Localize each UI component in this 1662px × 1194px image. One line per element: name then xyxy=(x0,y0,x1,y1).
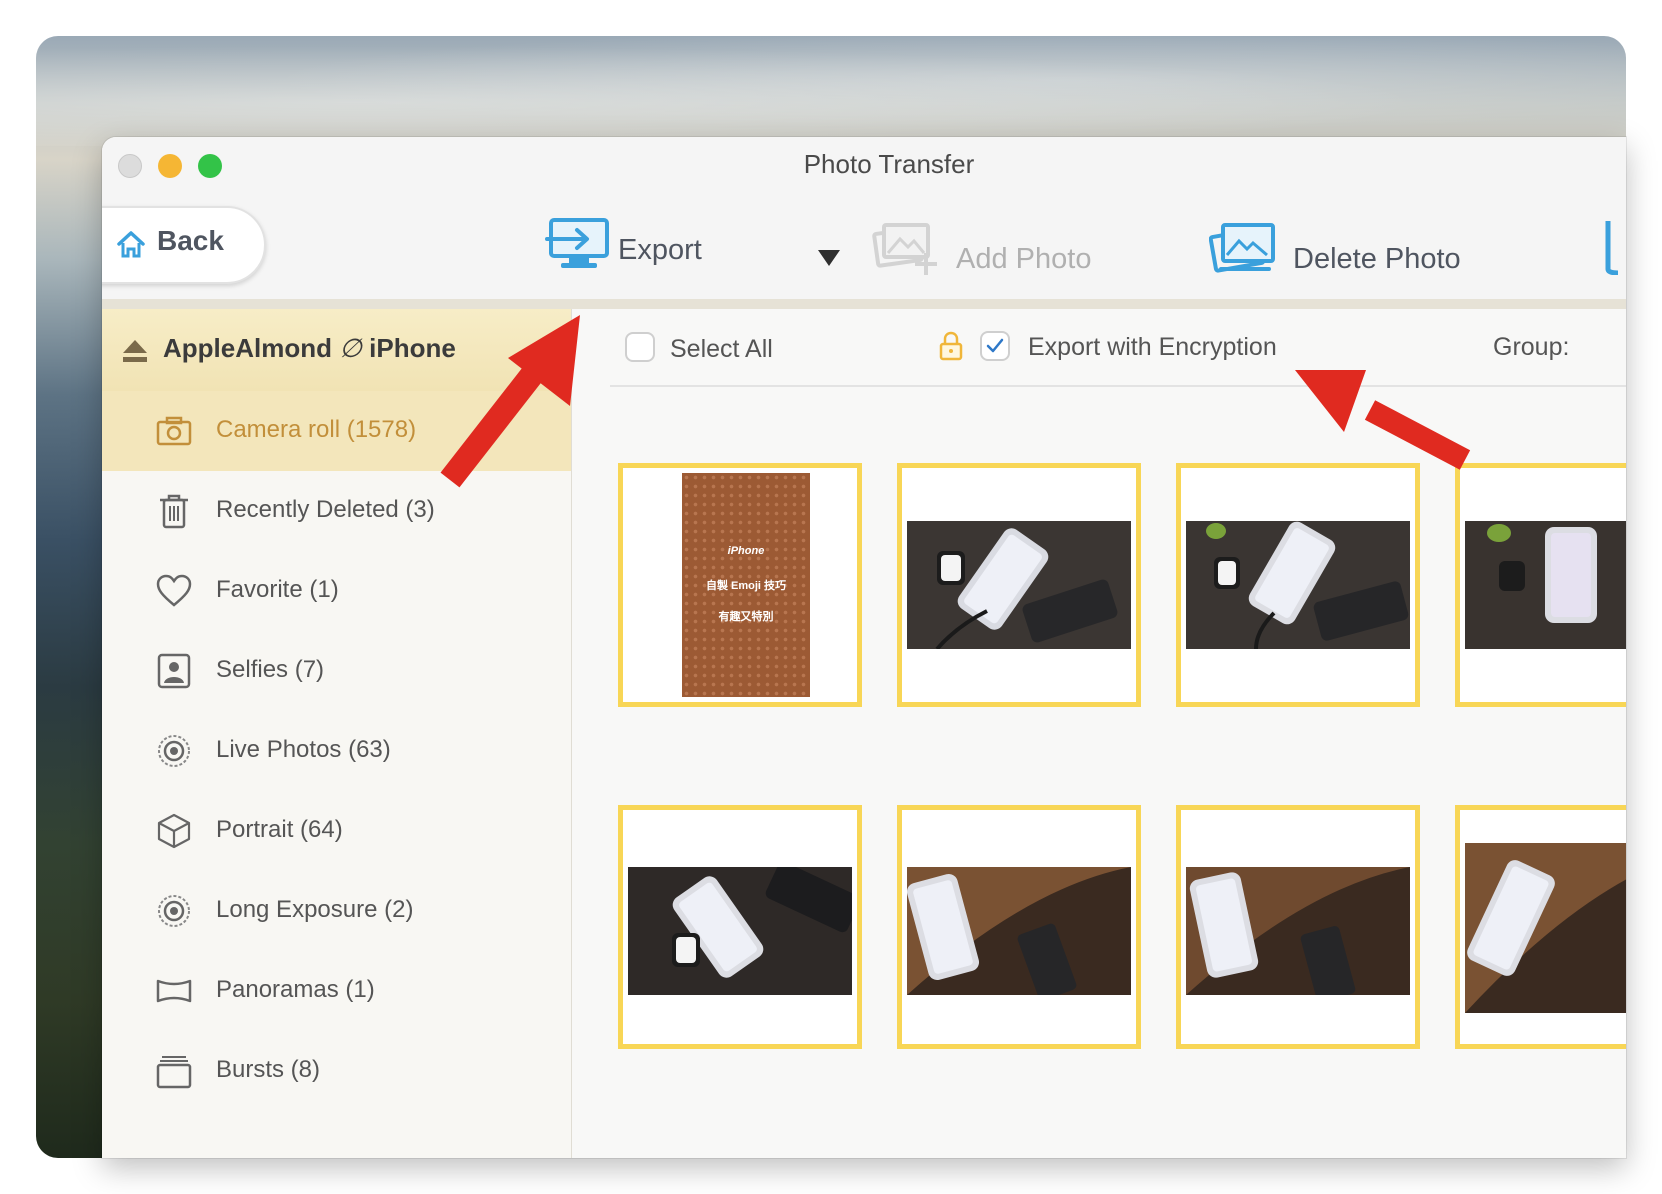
photo-image xyxy=(1465,843,1626,1013)
sidebar-item-label: Camera roll (1578) xyxy=(216,416,417,443)
sidebar-item-label: Long Exposure (2) xyxy=(216,896,414,923)
sidebar-item-long-exposure[interactable]: Long Exposure (2) xyxy=(102,871,571,951)
photo-thumbnail[interactable] xyxy=(1455,805,1626,1049)
delete-photo-button[interactable]: Delete Photo xyxy=(1209,219,1489,279)
refresh-icon xyxy=(1605,221,1619,275)
sidebar-item-bursts[interactable]: Bursts (8) xyxy=(102,1031,571,1111)
selfie-icon xyxy=(157,653,191,689)
more-tool-button[interactable] xyxy=(1604,219,1626,275)
cube-icon xyxy=(157,813,191,849)
poster-subtitle: 自製 Emoji 技巧 xyxy=(705,580,787,592)
sidebar-item-label: Recently Deleted (3) xyxy=(216,496,435,523)
select-all-label[interactable]: Select All xyxy=(670,335,773,364)
home-icon xyxy=(117,231,145,258)
checkmark-icon xyxy=(986,338,1004,353)
photo-thumbnail[interactable] xyxy=(897,463,1141,707)
photo-thumbnail[interactable] xyxy=(1455,463,1626,707)
back-label: Back xyxy=(157,225,224,256)
delete-photo-icon xyxy=(1209,223,1275,273)
sidebar-item-label: Bursts (8) xyxy=(216,1056,321,1083)
photo-image xyxy=(907,867,1131,995)
live-photo-icon xyxy=(158,735,190,767)
export-encryption-checkbox[interactable] xyxy=(980,331,1010,361)
photo-thumbnail[interactable] xyxy=(618,805,862,1049)
sidebar-item-portrait[interactable]: Portrait (64) xyxy=(102,791,571,871)
export-dropdown-arrow[interactable] xyxy=(817,249,843,269)
bursts-icon xyxy=(156,1056,192,1089)
add-photo-label: Add Photo xyxy=(956,243,1092,275)
export-label: Export xyxy=(618,234,702,266)
photo-image xyxy=(1186,867,1410,995)
sidebar-item-label: Portrait (64) xyxy=(216,816,343,843)
lock-icon xyxy=(939,331,963,361)
photo-thumbnail[interactable] xyxy=(1176,805,1420,1049)
photo-image xyxy=(628,867,852,995)
device-name: AppleAlmond ∅ iPhone xyxy=(163,333,456,363)
poster-tagline: 有趣又特別 xyxy=(718,611,774,623)
annotation-arrow-export xyxy=(440,315,580,488)
sidebar-item-panoramas[interactable]: Panoramas (1) xyxy=(102,951,571,1031)
trash-icon xyxy=(160,494,188,529)
title-bar: Photo Transfer xyxy=(102,137,1626,197)
sidebar-item-favorite[interactable]: Favorite (1) xyxy=(102,551,571,631)
photo-image xyxy=(1186,521,1410,649)
poster-image: iPhone 自製 Emoji 技巧 有趣又特別 xyxy=(682,473,810,697)
toolbar-separator xyxy=(102,299,1626,309)
back-button[interactable]: Back xyxy=(102,206,266,284)
annotation-arrow-encryption xyxy=(1295,370,1471,470)
sidebar-item-label: Selfies (7) xyxy=(216,656,325,683)
export-button[interactable]: Export xyxy=(545,217,785,277)
panorama-icon xyxy=(156,979,192,1003)
eject-icon[interactable] xyxy=(122,339,148,363)
group-label[interactable]: Group: xyxy=(1493,333,1569,362)
add-photo-icon xyxy=(872,223,937,275)
sidebar-item-live-photos[interactable]: Live Photos (63) xyxy=(102,711,571,791)
photo-thumbnail[interactable] xyxy=(897,805,1141,1049)
long-exposure-icon xyxy=(158,895,190,927)
sidebar-item-label: Favorite (1) xyxy=(216,576,339,603)
photo-thumbnail[interactable]: iPhone 自製 Emoji 技巧 有趣又特別 xyxy=(618,463,862,707)
add-photo-button[interactable]: Add Photo xyxy=(872,219,1112,279)
photo-image xyxy=(1465,521,1626,649)
photo-thumbnail[interactable] xyxy=(1176,463,1420,707)
photo-transfer-window: Photo Transfer Back Export Add Photo Del… xyxy=(102,137,1626,1158)
camera-icon xyxy=(156,416,192,446)
sidebar-item-label: Panoramas (1) xyxy=(216,976,375,1003)
heart-icon xyxy=(156,574,192,607)
sidebar-item-selfies[interactable]: Selfies (7) xyxy=(102,631,571,711)
photo-image xyxy=(907,521,1131,649)
window-title: Photo Transfer xyxy=(803,149,975,179)
select-all-checkbox[interactable] xyxy=(625,332,655,362)
toolbar: Back Export Add Photo Delete Photo xyxy=(102,197,1626,300)
delete-photo-label: Delete Photo xyxy=(1293,243,1461,275)
poster-title: iPhone xyxy=(727,545,765,557)
chevron-down-icon xyxy=(818,250,840,266)
export-monitor-icon xyxy=(545,218,609,268)
export-encryption-label[interactable]: Export with Encryption xyxy=(1028,333,1277,362)
sidebar-item-label: Live Photos (63) xyxy=(216,736,391,763)
